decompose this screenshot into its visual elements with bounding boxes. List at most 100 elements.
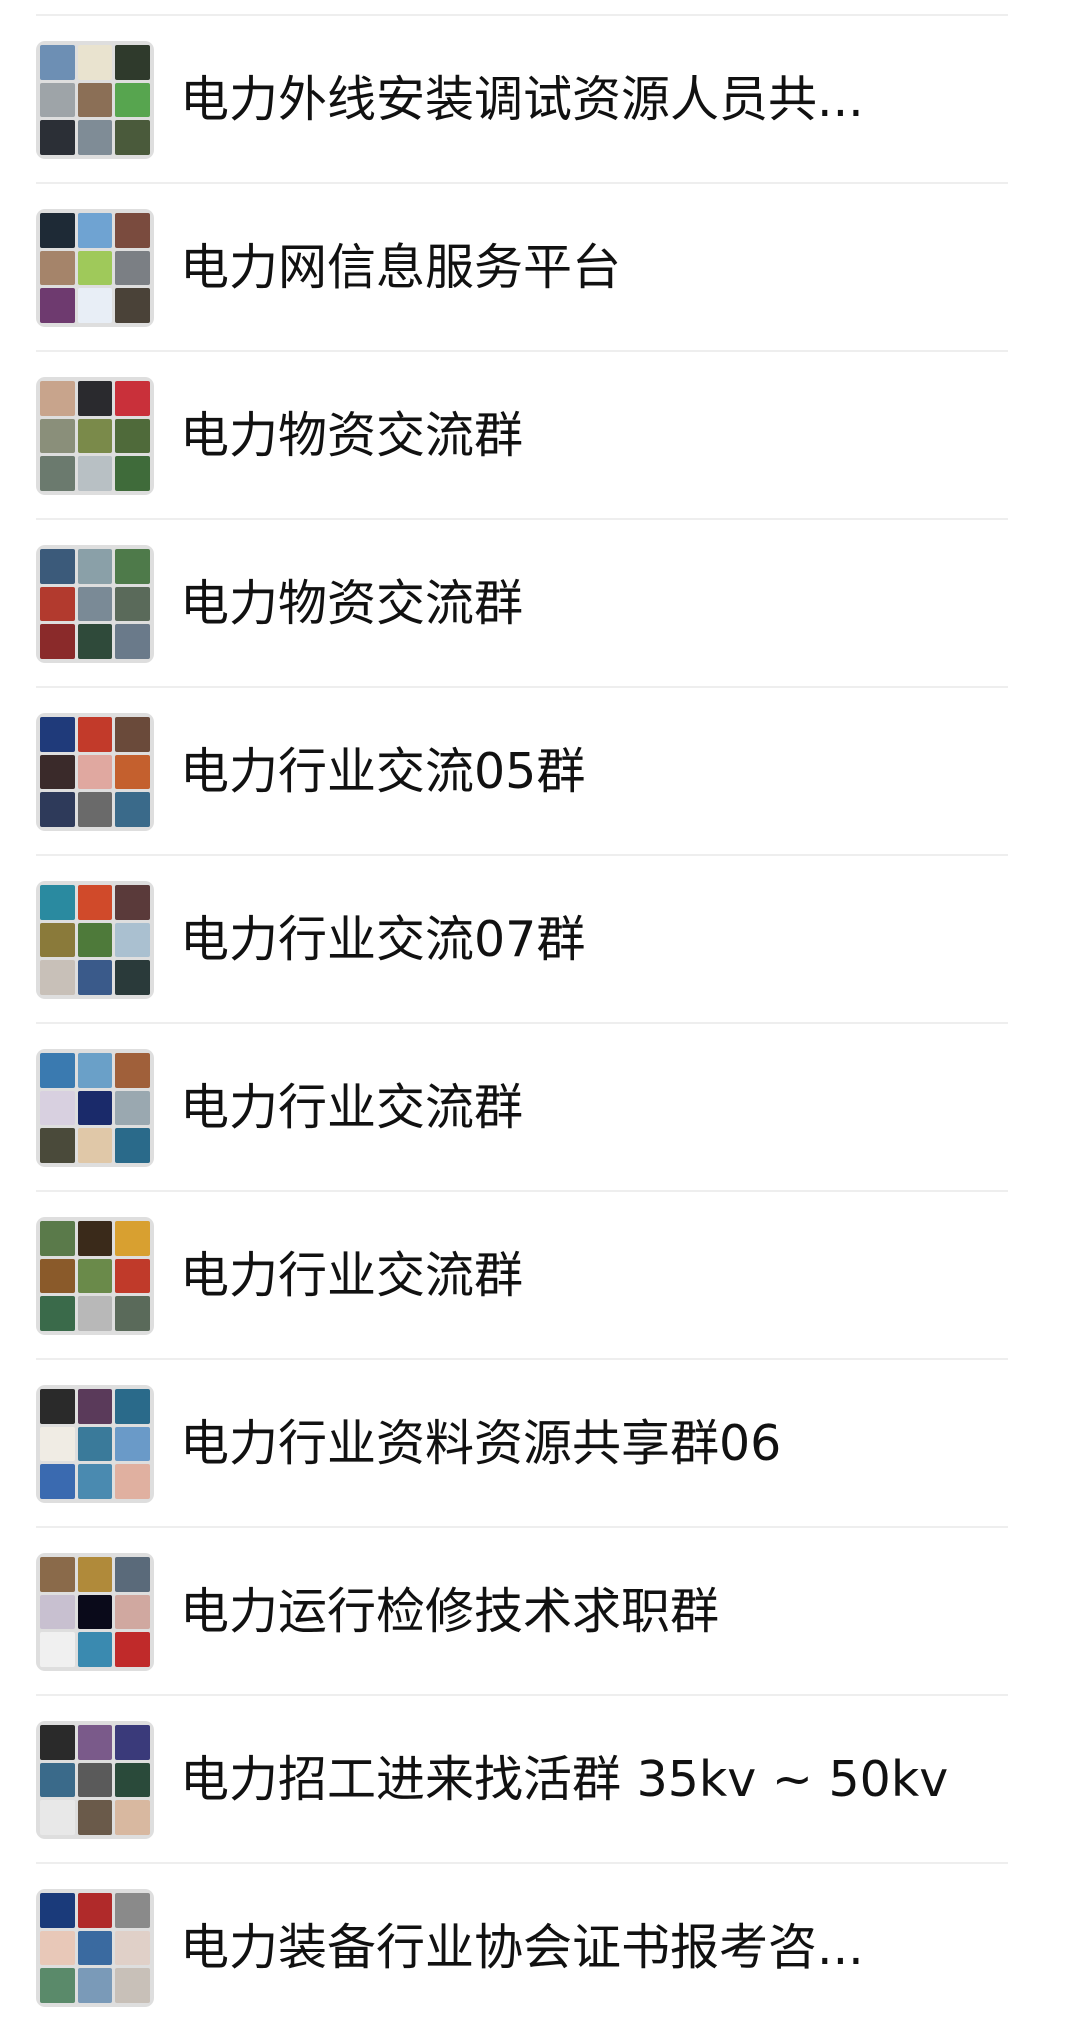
- member-photo-tile: [40, 82, 75, 118]
- member-photo-tile: [77, 1893, 113, 1928]
- member-photo-tile: [77, 1053, 113, 1088]
- member-photo-tile: [115, 1090, 150, 1126]
- group-avatar: [36, 1889, 154, 2007]
- member-photo-tile: [77, 1557, 113, 1592]
- group-chat-item[interactable]: 电力行业交流07群: [0, 856, 1080, 1024]
- group-name: 电力网信息服务平台: [180, 239, 622, 296]
- member-photo-tile: [40, 250, 75, 286]
- member-photo-tile: [40, 754, 75, 790]
- group-chat-item[interactable]: 电力物资交流群: [0, 352, 1080, 520]
- group-chat-item[interactable]: 电力装备行业协会证书报考咨...: [0, 1864, 1080, 2032]
- group-chat-item[interactable]: 电力运行检修技术求职群: [0, 1528, 1080, 1696]
- member-photo-tile: [77, 418, 113, 454]
- member-photo-tile: [77, 1090, 113, 1126]
- member-photo-tile: [77, 1968, 113, 2003]
- group-name: 电力物资交流群: [180, 575, 524, 632]
- group-chat-item[interactable]: 电力行业交流群: [0, 1192, 1080, 1360]
- group-chat-item[interactable]: 电力外线安装调试资源人员共...: [0, 16, 1080, 184]
- member-photo-tile: [40, 120, 75, 155]
- member-photo-tile: [40, 1258, 75, 1294]
- member-photo-tile: [77, 1464, 113, 1499]
- member-photo-tile: [40, 288, 75, 323]
- member-photo-tile: [40, 1725, 75, 1760]
- member-photo-tile: [115, 586, 150, 622]
- member-photo-tile: [40, 45, 75, 80]
- group-name: 电力行业资料资源共享群06: [180, 1415, 782, 1472]
- member-photo-tile: [115, 922, 150, 958]
- group-name: 电力行业交流05群: [180, 743, 586, 800]
- member-photo-tile: [40, 717, 75, 752]
- group-chat-item[interactable]: 电力行业交流05群: [0, 688, 1080, 856]
- member-photo-tile: [40, 1128, 75, 1163]
- member-photo-tile: [115, 456, 150, 491]
- member-photo-tile: [77, 1128, 113, 1163]
- member-photo-tile: [115, 82, 150, 118]
- member-photo-tile: [40, 1800, 75, 1835]
- member-photo-tile: [77, 960, 113, 995]
- member-photo-tile: [40, 624, 75, 659]
- group-chat-item[interactable]: 电力招工进来找活群 35kv ~ 50kv: [0, 1696, 1080, 1864]
- member-photo-tile: [115, 1968, 150, 2003]
- member-photo-tile: [115, 1632, 150, 1667]
- group-avatar: [36, 377, 154, 495]
- group-chat-item[interactable]: 电力物资交流群: [0, 520, 1080, 688]
- member-photo-tile: [77, 624, 113, 659]
- group-name: 电力行业交流07群: [180, 911, 586, 968]
- member-photo-tile: [40, 213, 75, 248]
- member-photo-tile: [115, 1221, 150, 1256]
- member-photo-tile: [77, 1930, 113, 1966]
- member-photo-tile: [40, 1594, 75, 1630]
- member-photo-tile: [115, 250, 150, 286]
- member-photo-tile: [115, 1053, 150, 1088]
- member-photo-tile: [115, 1389, 150, 1424]
- group-chat-item[interactable]: 电力行业交流群: [0, 1024, 1080, 1192]
- member-photo-tile: [115, 1426, 150, 1462]
- group-name: 电力招工进来找活群 35kv ~ 50kv: [180, 1751, 949, 1808]
- member-photo-tile: [40, 456, 75, 491]
- member-photo-tile: [77, 1762, 113, 1798]
- member-photo-tile: [77, 717, 113, 752]
- group-avatar: [36, 1217, 154, 1335]
- member-photo-tile: [77, 120, 113, 155]
- member-photo-tile: [115, 754, 150, 790]
- member-photo-tile: [40, 1557, 75, 1592]
- member-photo-tile: [115, 624, 150, 659]
- member-photo-tile: [40, 1632, 75, 1667]
- group-chat-item[interactable]: 电力网信息服务平台: [0, 184, 1080, 352]
- group-name: 电力装备行业协会证书报考咨...: [180, 1919, 864, 1976]
- group-avatar: [36, 1385, 154, 1503]
- member-photo-tile: [115, 1930, 150, 1966]
- member-photo-tile: [115, 1464, 150, 1499]
- member-photo-tile: [77, 1426, 113, 1462]
- member-photo-tile: [77, 792, 113, 827]
- member-photo-tile: [77, 213, 113, 248]
- group-avatar: [36, 545, 154, 663]
- group-avatar: [36, 1721, 154, 1839]
- member-photo-tile: [77, 288, 113, 323]
- member-photo-tile: [115, 717, 150, 752]
- member-photo-tile: [40, 586, 75, 622]
- member-photo-tile: [115, 1557, 150, 1592]
- group-avatar: [36, 881, 154, 999]
- member-photo-tile: [115, 960, 150, 995]
- member-photo-tile: [77, 1221, 113, 1256]
- member-photo-tile: [77, 586, 113, 622]
- member-photo-tile: [40, 885, 75, 920]
- member-photo-tile: [40, 1296, 75, 1331]
- member-photo-tile: [77, 456, 113, 491]
- member-photo-tile: [40, 1762, 75, 1798]
- member-photo-tile: [77, 45, 113, 80]
- member-photo-tile: [77, 1725, 113, 1760]
- member-photo-tile: [40, 1090, 75, 1126]
- member-photo-tile: [115, 418, 150, 454]
- member-photo-tile: [115, 120, 150, 155]
- member-photo-tile: [40, 1053, 75, 1088]
- member-photo-tile: [115, 1800, 150, 1835]
- member-photo-tile: [115, 1258, 150, 1294]
- group-name: 电力外线安装调试资源人员共...: [180, 71, 864, 128]
- member-photo-tile: [115, 792, 150, 827]
- member-photo-tile: [77, 549, 113, 584]
- member-photo-tile: [77, 1258, 113, 1294]
- group-chat-item[interactable]: 电力行业资料资源共享群06: [0, 1360, 1080, 1528]
- member-photo-tile: [77, 885, 113, 920]
